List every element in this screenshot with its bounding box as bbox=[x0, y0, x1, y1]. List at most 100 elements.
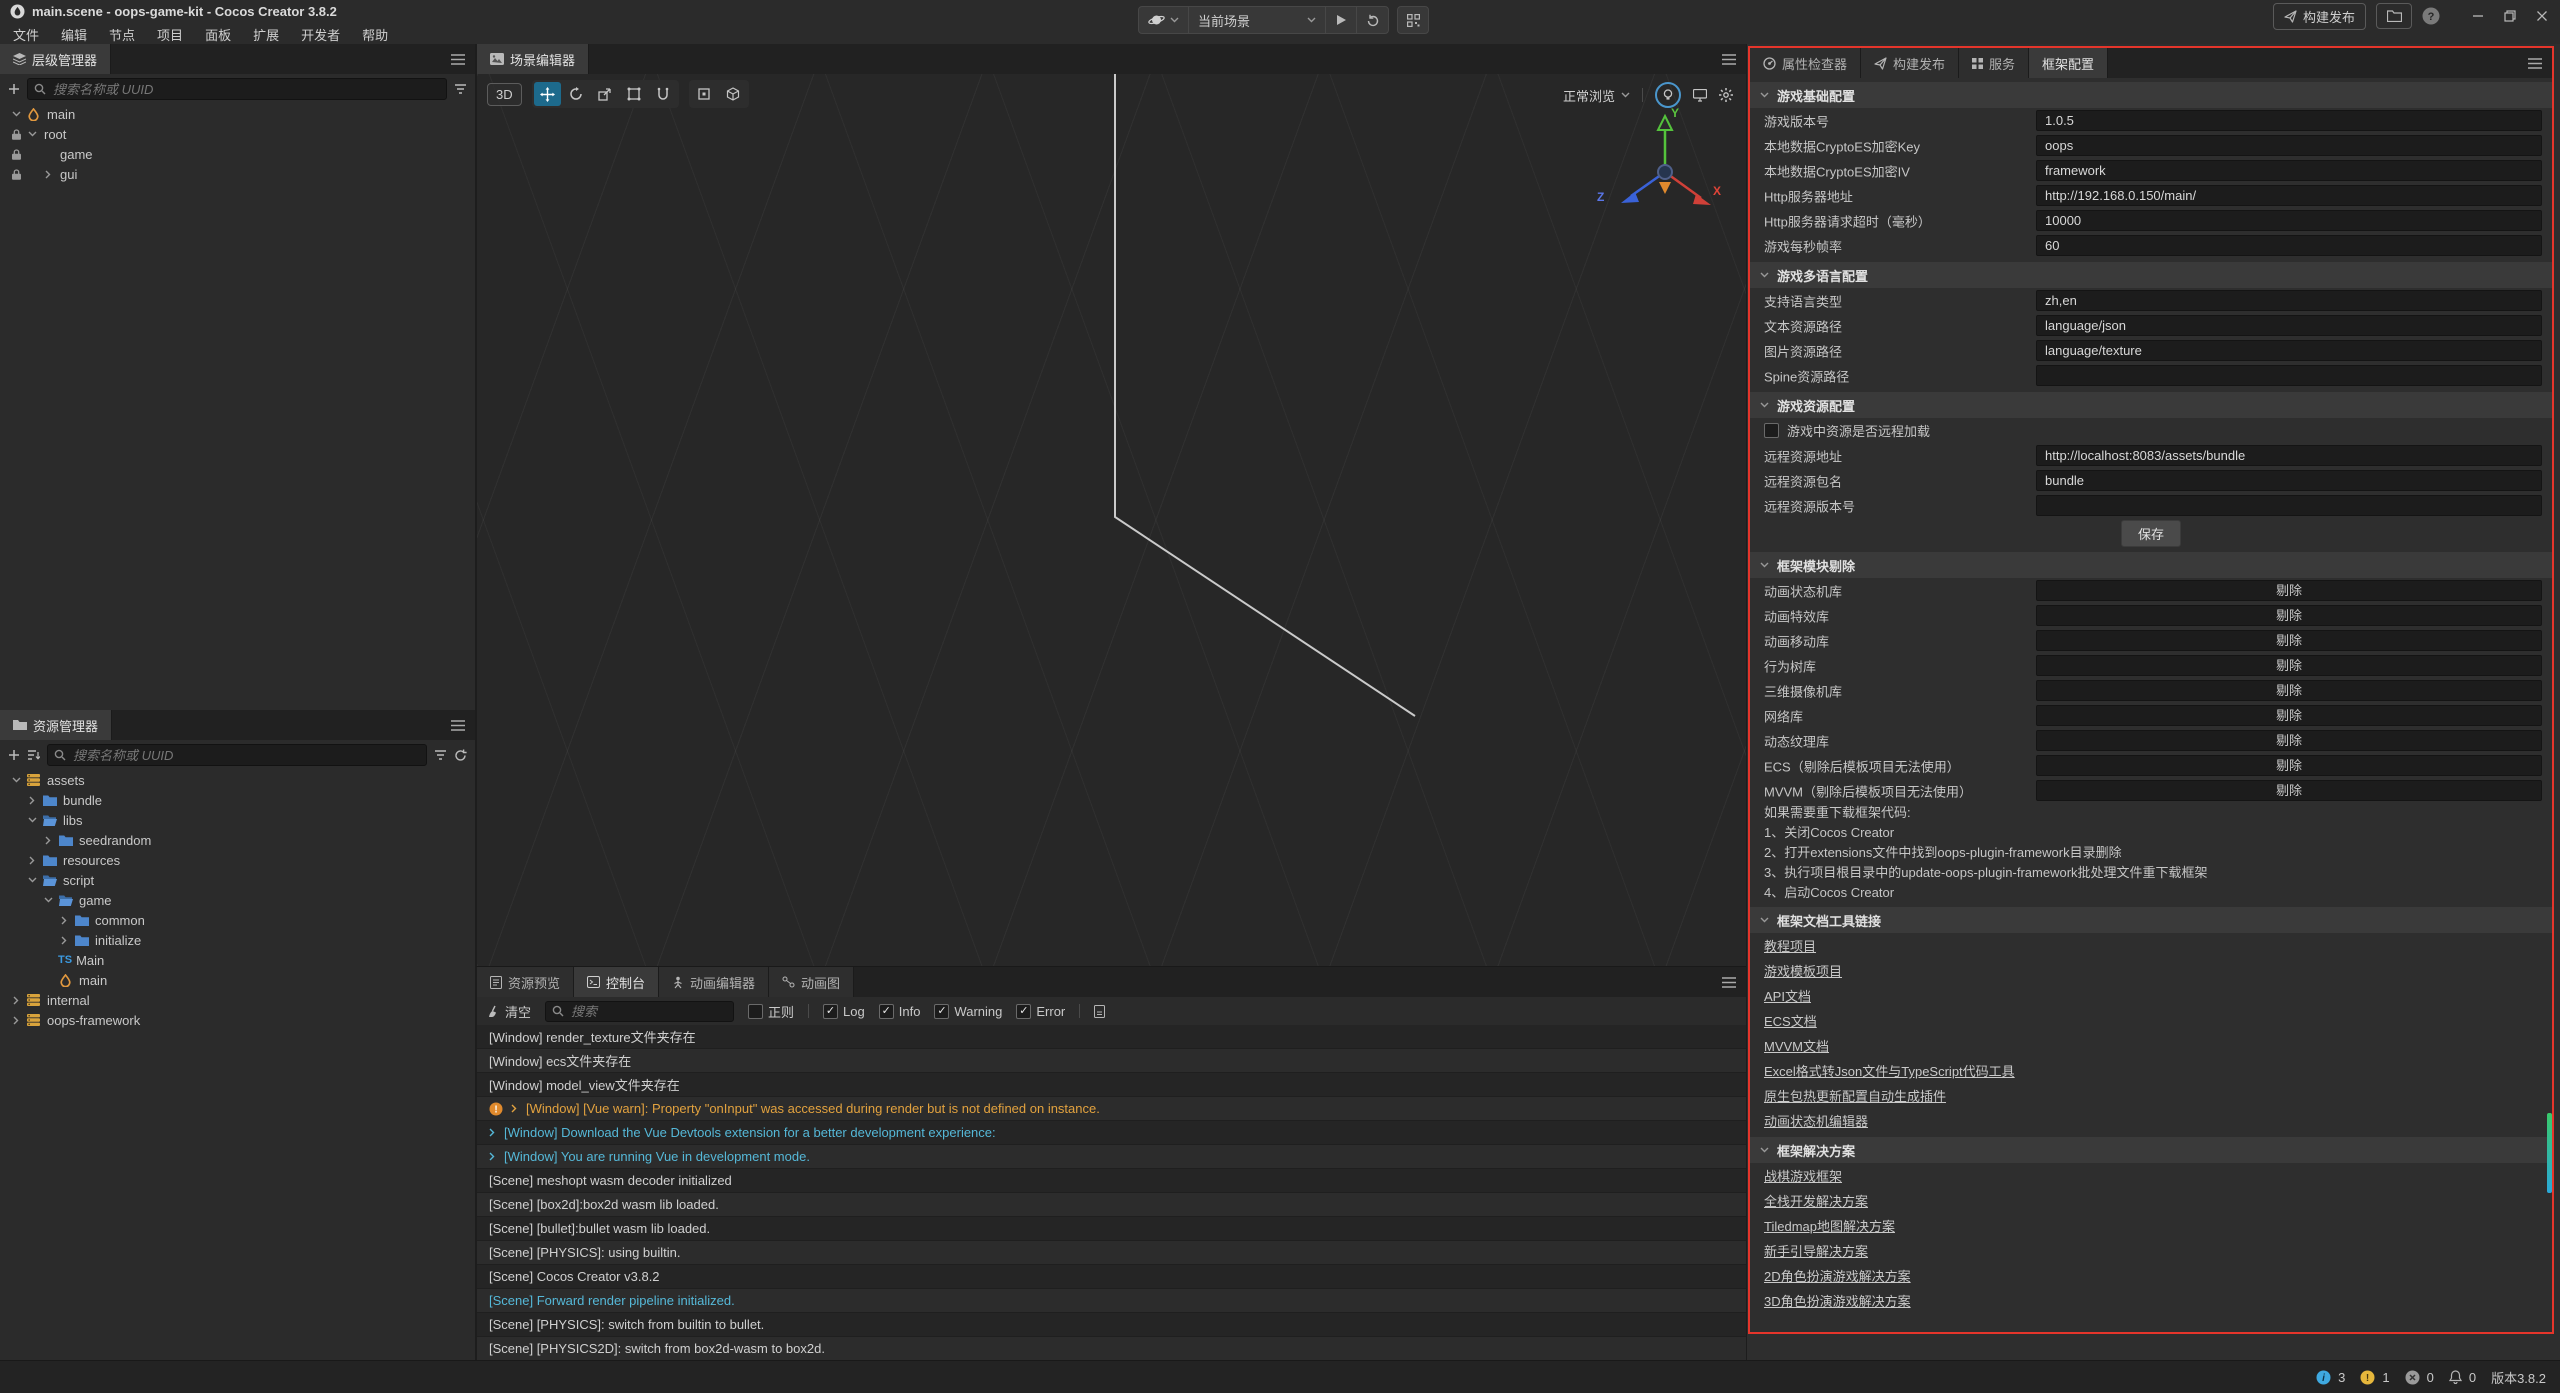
log-row[interactable]: [Window] You are running Vue in developm… bbox=[477, 1145, 1746, 1169]
tree-item[interactable]: libs bbox=[0, 810, 475, 830]
regex-checkbox[interactable] bbox=[748, 1004, 763, 1019]
scene-settings-gear-icon[interactable] bbox=[1719, 88, 1733, 102]
tab-scene-editor[interactable]: 场景编辑器 bbox=[477, 44, 589, 74]
hierarchy-searchbox[interactable] bbox=[27, 78, 447, 100]
ui-transform-tool-button[interactable] bbox=[650, 82, 677, 106]
coordinate-toggle-button[interactable] bbox=[720, 82, 747, 106]
field-value-input[interactable]: oops bbox=[2036, 135, 2542, 156]
hierarchy-search-input[interactable] bbox=[51, 81, 440, 98]
remove-module-button[interactable]: 剔除 bbox=[2036, 780, 2542, 801]
asset-filter-icon[interactable] bbox=[434, 749, 447, 761]
field-value-input[interactable]: http://localhost:8083/assets/bundle bbox=[2036, 445, 2542, 466]
menu-3[interactable]: 项目 bbox=[146, 23, 194, 46]
chevron-down-icon[interactable] bbox=[40, 897, 56, 903]
scrollbar-thumb[interactable] bbox=[2547, 1113, 2552, 1193]
menu-7[interactable]: 帮助 bbox=[351, 23, 399, 46]
field-value-input[interactable] bbox=[2036, 495, 2542, 516]
node-filter-icon[interactable] bbox=[454, 83, 467, 95]
chevron-down-icon[interactable] bbox=[24, 817, 40, 823]
tree-item[interactable]: main bbox=[0, 970, 475, 990]
help-button[interactable]: ? bbox=[2422, 7, 2440, 25]
chevron-down-icon[interactable] bbox=[1760, 402, 1769, 408]
tab-preview[interactable]: 资源预览 bbox=[477, 967, 574, 997]
log-row[interactable]: [Scene] [PHYSICS2D]: switch from box2d-w… bbox=[477, 1337, 1746, 1361]
bell-icon[interactable] bbox=[2449, 1370, 2462, 1384]
chevron-right-icon[interactable] bbox=[56, 936, 72, 945]
field-value-input[interactable]: bundle bbox=[2036, 470, 2542, 491]
doc-link[interactable]: ECS文档 bbox=[1764, 1011, 1817, 1030]
tree-item[interactable]: internal bbox=[0, 990, 475, 1010]
remove-module-button[interactable]: 剔除 bbox=[2036, 705, 2542, 726]
tree-item[interactable]: initialize bbox=[0, 930, 475, 950]
close-button[interactable] bbox=[2536, 10, 2548, 22]
console-search-input[interactable] bbox=[569, 1003, 727, 1020]
chevron-down-icon[interactable] bbox=[1760, 92, 1769, 98]
chevron-right-icon[interactable] bbox=[40, 170, 56, 179]
remove-module-button[interactable]: 剔除 bbox=[2036, 655, 2542, 676]
menu-1[interactable]: 编辑 bbox=[50, 23, 98, 46]
chevron-down-icon[interactable] bbox=[1760, 917, 1769, 923]
field-value-input[interactable]: http://192.168.0.150/main/ bbox=[2036, 185, 2542, 206]
filter-checkbox[interactable]: ✓ bbox=[1016, 1004, 1031, 1019]
doc-link[interactable]: MVVM文档 bbox=[1764, 1036, 1829, 1055]
chevron-right-icon[interactable] bbox=[8, 996, 24, 1005]
tree-item[interactable]: bundle bbox=[0, 790, 475, 810]
restart-button[interactable] bbox=[1356, 7, 1388, 33]
remove-module-button[interactable]: 剔除 bbox=[2036, 580, 2542, 601]
console-log-list[interactable]: [Window] render_texture文件夹存在[Window] ecs… bbox=[477, 1025, 1746, 1360]
tab-framework-config[interactable]: 框架配置 bbox=[2029, 48, 2108, 78]
section-header[interactable]: 框架解决方案 bbox=[1750, 1137, 2552, 1163]
log-row[interactable]: [Window] render_texture文件夹存在 bbox=[477, 1025, 1746, 1049]
field-value-input[interactable]: language/texture bbox=[2036, 340, 2542, 361]
field-value-input[interactable]: framework bbox=[2036, 160, 2542, 181]
doc-link[interactable]: Excel格式转Json文件与TypeScript代码工具 bbox=[1764, 1061, 2015, 1080]
tree-item[interactable]: TSMain bbox=[0, 950, 475, 970]
tab-console[interactable]: 控制台 bbox=[574, 967, 659, 997]
filter-checkbox[interactable]: ✓ bbox=[934, 1004, 949, 1019]
preview-qr-button[interactable] bbox=[1397, 6, 1429, 34]
field-value-input[interactable]: 10000 bbox=[2036, 210, 2542, 231]
menu-0[interactable]: 文件 bbox=[2, 23, 50, 46]
scene-viewport[interactable]: 3D 正常浏览 bbox=[477, 74, 1747, 966]
log-row[interactable]: [Window] model_view文件夹存在 bbox=[477, 1073, 1746, 1097]
chevron-down-icon[interactable] bbox=[1760, 1147, 1769, 1153]
remote-load-checkbox[interactable] bbox=[1764, 423, 1779, 438]
pivot-toggle-button[interactable] bbox=[691, 82, 718, 106]
log-row[interactable]: [Scene] meshopt wasm decoder initialized bbox=[477, 1169, 1746, 1193]
chevron-down-icon[interactable] bbox=[8, 111, 24, 117]
add-node-button[interactable] bbox=[8, 83, 20, 95]
doc-link[interactable]: 战棋游戏框架 bbox=[1764, 1166, 1842, 1185]
doc-link[interactable]: 动画状态机编辑器 bbox=[1764, 1111, 1868, 1130]
section-header[interactable]: 游戏基础配置 bbox=[1750, 82, 2552, 108]
doc-link[interactable]: 2D角色扮演游戏解决方案 bbox=[1764, 1266, 1911, 1285]
panel-menu-icon[interactable] bbox=[2528, 58, 2542, 69]
chevron-down-icon[interactable] bbox=[1760, 562, 1769, 568]
chevron-right-icon[interactable] bbox=[511, 1104, 517, 1113]
sort-assets-icon[interactable] bbox=[27, 749, 40, 761]
minimize-button[interactable] bbox=[2472, 10, 2484, 22]
log-row[interactable]: [Scene] Cocos Creator v3.8.2 bbox=[477, 1265, 1746, 1289]
tree-item[interactable]: resources bbox=[0, 850, 475, 870]
filter-checkbox[interactable]: ✓ bbox=[823, 1004, 838, 1019]
log-row[interactable]: [Scene] [box2d]:box2d wasm lib loaded. bbox=[477, 1193, 1746, 1217]
view-mode-dropdown[interactable]: 正常浏览 bbox=[1563, 86, 1630, 105]
section-header[interactable]: 框架文档工具链接 bbox=[1750, 907, 2552, 933]
tab-animEd[interactable]: 动画编辑器 bbox=[659, 967, 769, 997]
camera-preview-icon[interactable] bbox=[1693, 89, 1707, 102]
scene-light-toggle[interactable] bbox=[1655, 82, 1681, 108]
tree-item[interactable]: seedrandom bbox=[0, 830, 475, 850]
field-value-input[interactable] bbox=[2036, 365, 2542, 386]
regex-toggle[interactable]: 正则 bbox=[748, 1002, 794, 1021]
tree-item[interactable]: common bbox=[0, 910, 475, 930]
tab-grid4[interactable]: 服务 bbox=[1959, 48, 2029, 78]
scale-tool-button[interactable] bbox=[592, 82, 619, 106]
log-row[interactable]: ![Window] [Vue warn]: Property "onInput"… bbox=[477, 1097, 1746, 1121]
error-badge-icon[interactable] bbox=[2405, 1370, 2420, 1385]
panel-menu-icon[interactable] bbox=[451, 54, 465, 65]
menu-6[interactable]: 开发者 bbox=[290, 23, 351, 46]
preview-target-button[interactable] bbox=[1139, 7, 1188, 33]
tree-item[interactable]: game bbox=[0, 144, 475, 164]
clear-console-button[interactable]: 清空 bbox=[487, 1002, 531, 1021]
assets-searchbox[interactable] bbox=[47, 744, 427, 766]
tree-item[interactable]: assets bbox=[0, 770, 475, 790]
